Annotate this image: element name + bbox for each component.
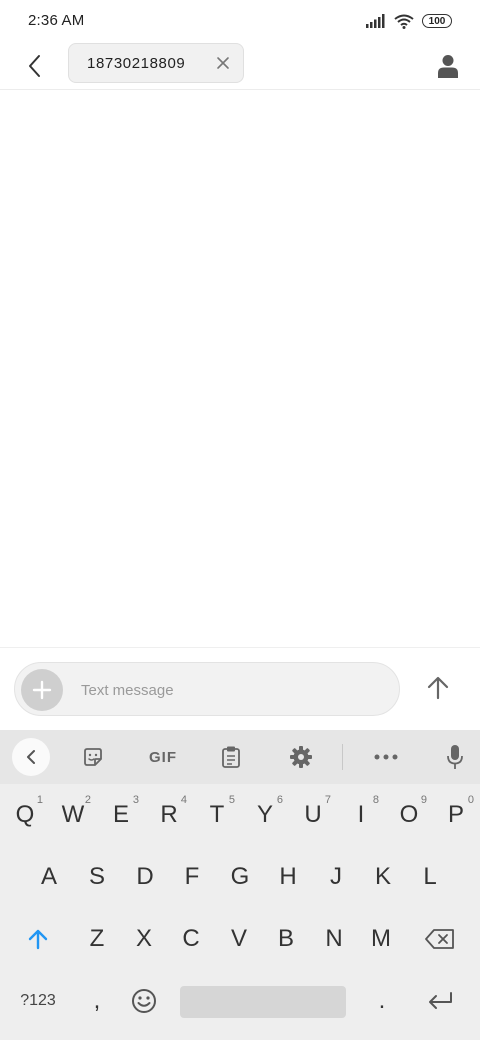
keyboard: G I F Q 1 W 2 E 3 R 4 T 5 Y 6 U 7 I 8 O 9 …	[0, 730, 480, 1040]
clipboard-icon	[222, 746, 240, 768]
keyboard-settings-button[interactable]	[282, 738, 320, 776]
key-v[interactable]: V	[217, 914, 261, 964]
key-label: T	[209, 801, 225, 828]
key-g[interactable]: G	[218, 852, 262, 902]
key-w[interactable]: W 2	[51, 790, 95, 840]
key-label: R	[160, 801, 178, 828]
key-q[interactable]: Q 1	[3, 790, 47, 840]
messaging-screen: 2:36 AM 100 18730218809 Text message GIF…	[0, 0, 480, 1040]
key-j[interactable]: J	[314, 852, 358, 902]
plus-icon	[32, 680, 52, 700]
enter-icon	[429, 992, 452, 1009]
key-hint: 6	[276, 794, 283, 806]
microphone-icon	[447, 745, 463, 769]
key-hint: 3	[132, 794, 139, 806]
chevron-left-icon	[27, 750, 35, 764]
keyboard-toolbar: GIF	[0, 730, 480, 784]
key-u[interactable]: U 7	[291, 790, 335, 840]
back-button[interactable]	[14, 46, 54, 86]
toolbar-divider	[342, 744, 343, 770]
gif-button[interactable]: GIF	[140, 738, 186, 776]
shift-icon	[28, 929, 48, 950]
emoji-icon	[132, 989, 156, 1013]
key-label: O	[399, 801, 419, 828]
key-label: I	[357, 801, 365, 828]
period-key[interactable]: .	[360, 976, 404, 1026]
key-b[interactable]: B	[264, 914, 308, 964]
backspace-key[interactable]	[418, 914, 462, 964]
comma-key[interactable]: ,	[75, 976, 119, 1026]
attach-button[interactable]	[21, 669, 63, 711]
recipient-number: 18730218809	[87, 55, 186, 72]
key-hint: 4	[180, 794, 187, 806]
key-hint: 9	[420, 794, 427, 806]
cellular-signal-icon	[366, 14, 385, 28]
conversation-header: 18730218809	[0, 40, 480, 90]
clipboard-button[interactable]	[212, 738, 250, 776]
status-time: 2:36 AM	[28, 12, 85, 29]
status-bar: 2:36 AM 100	[0, 0, 480, 40]
key-r[interactable]: R 4	[147, 790, 191, 840]
battery-level: 100	[428, 15, 446, 27]
key-hint: 1	[36, 794, 43, 806]
contact-button[interactable]	[430, 48, 466, 84]
key-d[interactable]: D	[123, 852, 167, 902]
key-p[interactable]: P 0	[434, 790, 478, 840]
emoji-key[interactable]	[122, 976, 166, 1026]
shift-key[interactable]	[16, 914, 60, 964]
message-list[interactable]	[0, 90, 480, 648]
arrow-up-icon	[427, 676, 449, 700]
key-m[interactable]: M	[359, 914, 403, 964]
send-button[interactable]	[420, 670, 456, 706]
status-icons: 100	[366, 12, 452, 30]
key-s[interactable]: S	[75, 852, 119, 902]
key-k[interactable]: K	[361, 852, 405, 902]
message-input[interactable]	[79, 673, 383, 707]
key-label: Y	[256, 801, 273, 828]
gear-icon	[290, 746, 312, 768]
key-hint: 2	[84, 794, 91, 806]
key-c[interactable]: C	[169, 914, 213, 964]
key-hint: 5	[228, 794, 235, 806]
wifi-icon	[394, 14, 414, 29]
more-button[interactable]	[367, 738, 405, 776]
key-label: P	[447, 801, 464, 828]
key-hint: 7	[324, 794, 331, 806]
key-i[interactable]: I 8	[339, 790, 383, 840]
composer	[0, 648, 480, 730]
sticker-button[interactable]	[74, 738, 112, 776]
symbols-key[interactable]: ?123	[12, 976, 64, 1026]
space-key[interactable]	[180, 986, 346, 1018]
gif-icon: GIF	[149, 748, 177, 766]
person-icon	[438, 55, 458, 78]
sticker-icon	[84, 748, 102, 766]
key-hint: 8	[372, 794, 379, 806]
key-h[interactable]: H	[266, 852, 310, 902]
key-z[interactable]: Z	[75, 914, 119, 964]
key-label: W	[61, 801, 85, 828]
close-icon[interactable]	[215, 55, 231, 71]
key-label: U	[304, 801, 322, 828]
key-t[interactable]: T 5	[195, 790, 239, 840]
key-l[interactable]: L	[408, 852, 452, 902]
key-label: E	[112, 801, 129, 828]
key-a[interactable]: A	[27, 852, 71, 902]
voice-input-button[interactable]	[436, 738, 474, 776]
compose-box[interactable]	[14, 662, 400, 716]
battery-icon: 100	[422, 14, 452, 28]
enter-key[interactable]	[418, 976, 462, 1026]
more-icon	[374, 754, 398, 760]
key-label: Q	[15, 801, 35, 828]
key-x[interactable]: X	[122, 914, 166, 964]
key-e[interactable]: E 3	[99, 790, 143, 840]
key-n[interactable]: N	[312, 914, 356, 964]
key-hint: 0	[467, 794, 474, 806]
recipient-chip[interactable]: 18730218809	[68, 43, 244, 83]
chevron-left-icon	[29, 55, 40, 77]
key-y[interactable]: Y 6	[243, 790, 287, 840]
keyboard-collapse-button[interactable]	[12, 738, 50, 776]
key-f[interactable]: F	[170, 852, 214, 902]
key-o[interactable]: O 9	[387, 790, 431, 840]
backspace-icon	[425, 929, 454, 949]
